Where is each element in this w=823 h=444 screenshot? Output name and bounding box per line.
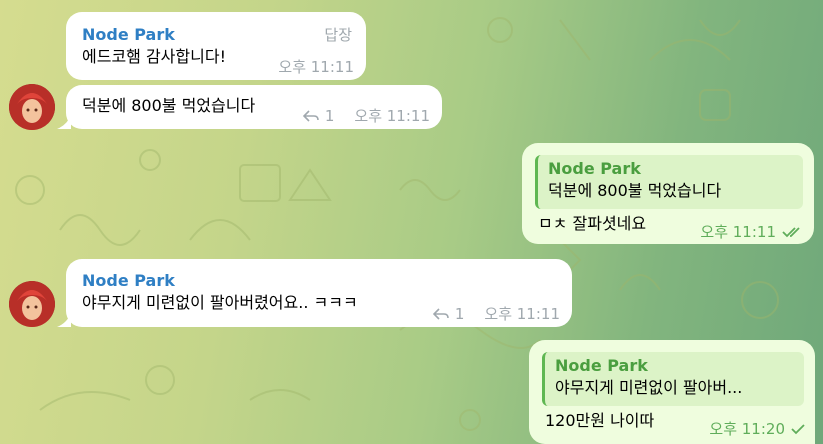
quoted-message[interactable]: Node Park 야무지게 미련없이 팔아버... xyxy=(542,352,804,406)
avatar[interactable] xyxy=(9,281,55,327)
message-meta: 1 오후 11:11 xyxy=(302,105,430,127)
message-bubble-2[interactable]: 덕분에 800불 먹었습니다 1 오후 11:11 xyxy=(66,85,442,129)
time-label: 오후 11:11 xyxy=(484,305,560,323)
avatar-image xyxy=(9,84,55,130)
bubble-tail xyxy=(57,313,71,327)
message-bubble-5[interactable]: Node Park 야무지게 미련없이 팔아버... 120만원 나이따 오후 … xyxy=(529,340,815,444)
time-label: 오후 11:11 xyxy=(354,107,430,125)
message-bubble-4[interactable]: Node Park 야무지게 미련없이 팔아버렸어요.. ㅋㅋㅋ 1 오후 11… xyxy=(66,259,572,327)
message-text: ㅁㅊ 잘파셧네요 xyxy=(538,214,647,233)
quote-sender: Node Park xyxy=(555,356,648,375)
message-text: 덕분에 800불 먹었습니다 xyxy=(82,96,256,115)
message-text: 야무지게 미련없이 팔아버렸어요.. ㅋㅋㅋ xyxy=(82,293,358,312)
quote-text: 야무지게 미련없이 팔아버... xyxy=(555,378,743,397)
double-check-icon xyxy=(782,227,800,238)
reply-label: 답장 xyxy=(324,26,352,44)
sender-name[interactable]: Node Park xyxy=(82,270,175,292)
avatar[interactable] xyxy=(9,84,55,130)
reply-count[interactable]: 1 xyxy=(325,105,335,127)
message-text: 에드코햄 감사합니다! xyxy=(82,47,226,66)
time-label: 오후 11:20 xyxy=(709,420,785,438)
message-bubble-1[interactable]: Node Park 답장 에드코햄 감사합니다! 오후 11:11 xyxy=(66,12,366,80)
quote-sender: Node Park xyxy=(548,159,641,178)
message-meta: 오후 11:11 xyxy=(700,221,804,243)
quote-text: 덕분에 800불 먹었습니다 xyxy=(548,181,722,200)
message-meta: 오후 11:20 xyxy=(709,418,805,440)
reply-arrow-icon[interactable] xyxy=(302,109,319,123)
reply-action[interactable]: 답장 xyxy=(324,24,352,46)
message-text: 120만원 나이따 xyxy=(545,411,655,430)
avatar-image xyxy=(9,281,55,327)
time-label: 오후 11:11 xyxy=(278,58,354,76)
reply-arrow-icon[interactable] xyxy=(432,307,449,321)
check-icon xyxy=(791,424,805,435)
time-label: 오후 11:11 xyxy=(700,223,776,241)
quoted-message[interactable]: Node Park 덕분에 800불 먹었습니다 xyxy=(535,155,803,209)
message-meta: 1 오후 11:11 xyxy=(432,303,560,325)
message-time: 오후 11:11 xyxy=(278,56,354,78)
message-bubble-3[interactable]: Node Park 덕분에 800불 먹었습니다 ㅁㅊ 잘파셧네요 오후 11:… xyxy=(522,143,814,244)
sender-name[interactable]: Node Park xyxy=(82,24,175,46)
reply-count[interactable]: 1 xyxy=(455,303,465,325)
bubble-tail xyxy=(57,115,71,129)
